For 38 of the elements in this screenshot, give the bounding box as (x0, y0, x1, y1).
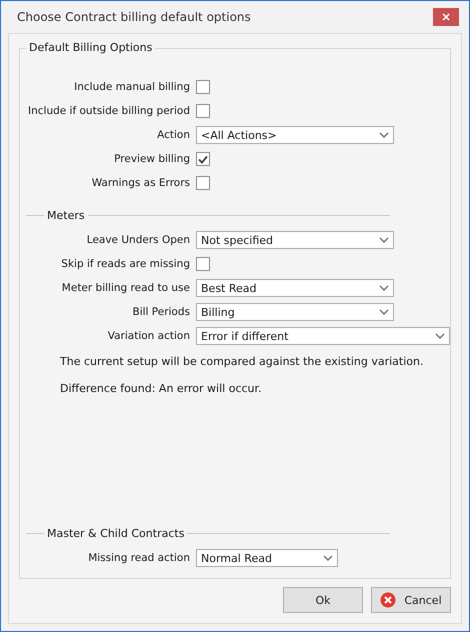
checkbox[interactable] (196, 104, 210, 118)
info-text: The current setup will be compared against the existing variation. (59, 354, 424, 370)
field-label: Meter billing read to use (60, 282, 191, 294)
field-label: Bill Periods (131, 306, 191, 318)
section-title: Meters (46, 209, 86, 222)
field-label: Include if outside billing period (27, 105, 191, 117)
checkbox[interactable] (196, 80, 210, 94)
cancel-icon (380, 592, 396, 608)
dropdown[interactable]: Billing (196, 303, 394, 321)
section-title: Master & Child Contracts (46, 527, 186, 540)
checkbox[interactable] (196, 152, 210, 166)
dropdown[interactable]: Error if different (196, 327, 450, 345)
dropdown[interactable]: <All Actions> (196, 126, 394, 144)
field-label: Variation action (106, 330, 191, 342)
field-label: Skip if reads are missing (60, 258, 191, 270)
chevron-icon (323, 555, 333, 561)
chevron-icon (379, 132, 389, 138)
dropdown[interactable]: Normal Read (196, 549, 338, 567)
chevron-icon (379, 237, 389, 243)
info-text: Difference found: An error will occur. (59, 381, 263, 397)
close-button[interactable]: ✕ (433, 8, 459, 26)
field-label: Warnings as Errors (90, 177, 191, 189)
field-label: Preview billing (113, 153, 191, 165)
field-label: Leave Unders Open (86, 234, 191, 246)
field-label: Include manual billing (73, 81, 191, 93)
window-title: Choose Contract billing default options (17, 10, 251, 24)
group-title: Default Billing Options (26, 41, 156, 54)
dropdown[interactable]: Best Read (196, 279, 394, 297)
chevron-icon (379, 309, 389, 315)
ok-button[interactable]: Ok (283, 587, 363, 613)
dropdown[interactable]: Not specified (196, 231, 394, 249)
chevron-icon (379, 285, 389, 291)
chevron-icon (435, 333, 445, 339)
checkbox[interactable] (196, 176, 210, 190)
cancel-button[interactable]: Cancel (371, 587, 451, 613)
field-label: Missing read action (87, 552, 191, 564)
checkbox[interactable] (196, 257, 210, 271)
field-label: Action (156, 129, 191, 141)
